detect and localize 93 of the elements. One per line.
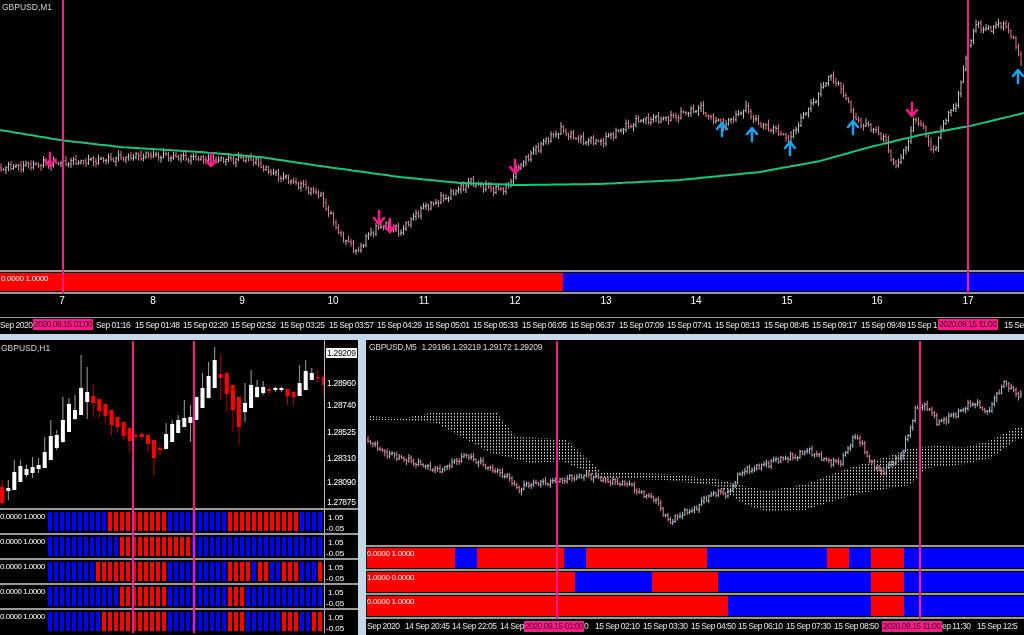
time-label: 15 Sep 02:52 xyxy=(231,320,276,331)
axis-label: 12 xyxy=(509,295,521,307)
current-price-label: 1.29209 xyxy=(326,348,357,358)
axis-label: 14 xyxy=(690,295,702,307)
axis-label: 17 xyxy=(962,295,974,307)
up-arrow-icon xyxy=(783,140,797,157)
candle xyxy=(67,397,71,433)
down-arrow-icon xyxy=(372,209,386,226)
up-arrow-icon xyxy=(846,119,860,136)
time-label: 15 Sep 04:50 xyxy=(691,621,736,632)
time-label: 14 Sep 22:05 xyxy=(452,621,497,632)
time-label: ep 11:30 xyxy=(942,621,971,632)
candle xyxy=(243,382,247,423)
axis-label: 10 xyxy=(327,295,339,307)
indicator-values: 0.0000 1.0000 xyxy=(0,612,45,622)
time-label: 15 Sep 07:09 xyxy=(619,320,664,331)
indicator-values: 0.0000 1.0000 xyxy=(0,537,45,547)
scale-label: 1.05 xyxy=(328,588,344,597)
time-label: 15 Sep 02:20 xyxy=(183,320,228,331)
cursor-time-label: 2020.09.15 11:00 xyxy=(938,319,998,330)
time-label: 15 Sep 1 xyxy=(907,320,938,331)
indicator-values: 0.0000 1.0000 xyxy=(0,562,45,572)
time-label: 15 Sep 06:10 xyxy=(738,621,783,632)
axis-label: 15 xyxy=(781,295,793,307)
scale-label: -0.05 xyxy=(326,624,345,633)
scale-label: 1.05 xyxy=(328,563,344,572)
time-label: 15 Sep 03:25 xyxy=(280,320,325,331)
time-label: 15 Sep 04:29 xyxy=(377,320,422,331)
time-label: 15 Sep 07:41 xyxy=(667,320,712,331)
axis-label: 8 xyxy=(150,295,156,307)
time-label: 15 Sep 07:30 xyxy=(786,621,831,632)
scale-label: -0.05 xyxy=(326,574,345,583)
time-label: 15 Sep 09:49 xyxy=(861,320,906,331)
down-arrow-icon xyxy=(204,151,218,168)
price-label: 1.28525 xyxy=(327,427,356,437)
price-label: 1.28740 xyxy=(327,400,356,410)
candle xyxy=(158,442,162,456)
time-label: 15 Sep 08:13 xyxy=(715,320,760,331)
up-arrow-icon xyxy=(715,121,729,138)
time-label: 15 Sep 01:48 xyxy=(135,320,180,331)
down-arrow-icon xyxy=(508,158,522,175)
up-arrow-icon xyxy=(745,126,759,143)
time-label: 14 Sep xyxy=(500,621,524,632)
scale-label: -0.05 xyxy=(326,524,345,533)
chart-title: GBPUSD,H1 xyxy=(1,343,51,353)
time-label: 14 Sep 20:45 xyxy=(405,621,450,632)
axis-label: 7 xyxy=(59,295,65,307)
cursor-time-label: 2020.09.15 01:00 xyxy=(33,319,94,330)
scale-label: -0.05 xyxy=(326,549,345,558)
down-arrow-icon xyxy=(43,151,57,168)
axis-label: 9 xyxy=(239,295,245,307)
cursor-time-label: 2020.09.15 11:00 xyxy=(882,621,942,632)
price-label: 1.28090 xyxy=(327,477,356,487)
time-label: 15 Sep 06:05 xyxy=(522,320,567,331)
time-label: 0 xyxy=(584,621,589,632)
down-arrow-icon xyxy=(905,101,919,118)
scale-label: 1.05 xyxy=(328,613,344,622)
axis-label: 13 xyxy=(600,295,612,307)
scale-label: 1.05 xyxy=(328,538,344,547)
indicator-values: 0.0000 1.0000 xyxy=(0,587,45,597)
time-label: 15 Sep 03:30 xyxy=(643,621,688,632)
time-label: 15 Sep 05:33 xyxy=(473,320,518,331)
time-label: 15 Sep 06:37 xyxy=(570,320,615,331)
scale-label: 1.05 xyxy=(328,513,344,522)
up-arrow-icon xyxy=(1011,68,1024,85)
price-label: 1.28960 xyxy=(327,378,356,388)
indicator-values: 0.0000 1.0000 xyxy=(367,597,415,607)
indicator-values: 1.0000 0.0000 xyxy=(367,573,415,583)
scale-label: -0.05 xyxy=(326,599,345,608)
time-label: 15 Sep 12:5 xyxy=(977,621,1018,632)
down-arrow-icon xyxy=(383,217,397,234)
time-label: Sep 01:16 xyxy=(96,320,131,331)
cursor-time-label: 2020.09.15 01:00 xyxy=(524,621,585,632)
time-label: 15 Sep 03:57 xyxy=(329,320,374,331)
axis-label: 16 xyxy=(871,295,883,307)
chart-title: GBPUSD,M1 xyxy=(2,2,53,12)
time-label: 15 Sep 05:01 xyxy=(425,320,470,331)
candle xyxy=(73,394,77,421)
axis-label: 11 xyxy=(418,295,430,307)
price-quote: 1.29196 1.29219 1.29172 1.29209 xyxy=(421,342,543,352)
price-label: 1.27875 xyxy=(327,497,356,507)
time-label: 15 Sep 08:45 xyxy=(764,320,809,331)
indicator-values: 0.0000 1.0000 xyxy=(0,512,45,522)
time-label: 15 Sep 09:17 xyxy=(812,320,857,331)
time-label: Sep 2020 xyxy=(367,621,400,632)
price-label: 1.28310 xyxy=(327,453,356,463)
time-label: 15 Sep 02:10 xyxy=(595,621,640,632)
chart-title: GBPUSD,M5 xyxy=(369,342,417,352)
indicator-values: 0.0000 1.0000 xyxy=(367,549,415,559)
time-label: Sep 2020 xyxy=(0,320,33,331)
time-label: 15 Se xyxy=(1004,320,1024,331)
time-label: 15 Sep 08:50 xyxy=(834,621,879,632)
indicator-values: 0.0000 1.0000 xyxy=(1,274,49,284)
